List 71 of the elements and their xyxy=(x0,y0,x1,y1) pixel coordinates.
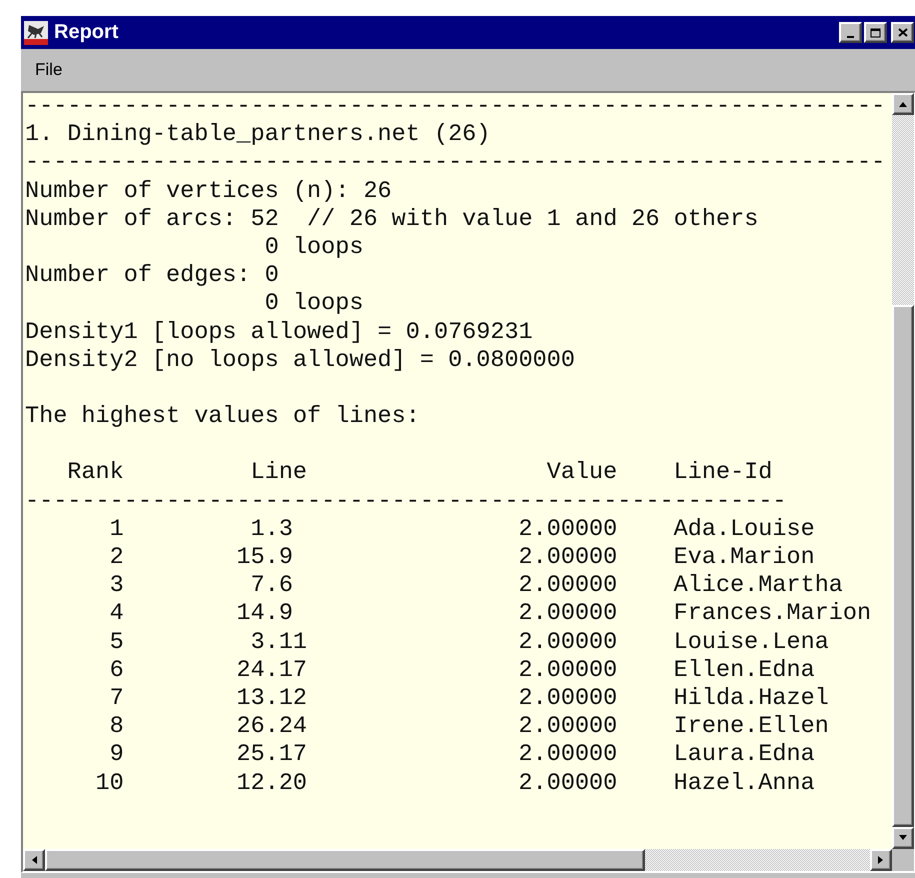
table-cell: 24.17 xyxy=(236,656,308,685)
table-cell-text: Irene.Ellen xyxy=(674,713,830,742)
table-cell: 15.9 xyxy=(236,544,293,572)
table-cell: 2.00000 xyxy=(518,572,618,600)
table-cell: 25.17 xyxy=(236,741,308,770)
table-cell: 14.9 xyxy=(236,600,293,629)
table-cell: 7.6 xyxy=(250,572,293,600)
table-cell-text: Ellen.Edna xyxy=(674,656,816,685)
table-cell-text: Hilda.Hazel xyxy=(674,684,830,714)
table-cell: 26.24 xyxy=(236,713,308,742)
report-line: Density2 [no loops allowed] = 0.0800000 xyxy=(25,346,576,375)
table-cell: 2.00000 xyxy=(518,516,618,544)
table-cell-text: Laura.Edna xyxy=(674,741,816,770)
table-cell: 2.00000 xyxy=(518,600,618,629)
table-cell: 13.12 xyxy=(236,684,308,714)
scroll-up-icon[interactable] xyxy=(898,101,908,107)
table-cell-text: Alice.Martha xyxy=(674,572,844,600)
dashed-rule: ------------------------------------------------------------- xyxy=(25,149,886,178)
report-line: Number of vertices (n): 26 xyxy=(25,178,393,206)
scroll-right-icon[interactable] xyxy=(878,855,884,865)
column-header: Line xyxy=(250,459,308,488)
table-cell-text: Hazel.Anna xyxy=(674,770,816,798)
table-cell: 10 xyxy=(95,770,124,798)
table-cell: 8 xyxy=(110,713,124,742)
table-cell: 2 xyxy=(110,544,124,572)
report-line: Number of edges: 0 xyxy=(25,262,280,290)
table-cell: 2.00000 xyxy=(518,544,618,572)
table-cell-text: Ada.Louise xyxy=(674,516,816,544)
table-cell: 2.00000 xyxy=(518,684,618,714)
column-header: Line-Id xyxy=(674,459,774,488)
table-cell: 2.00000 xyxy=(518,741,618,770)
table-cell: 2.00000 xyxy=(518,656,618,685)
report-line: 0 loops xyxy=(264,234,364,262)
close-icon xyxy=(898,28,908,37)
menu-item[interactable]: File xyxy=(31,58,66,82)
report-title: 1. Dining-table_partners.net (26) xyxy=(25,121,492,150)
minimize-button[interactable] xyxy=(839,22,862,43)
dashed-rule: ------------------------------------------------------ xyxy=(25,488,788,516)
table-cell-text: Eva.Marion xyxy=(674,544,816,572)
maximize-button[interactable] xyxy=(864,22,887,43)
horizontal-scrollbar[interactable] xyxy=(23,849,892,871)
maximize-icon xyxy=(870,28,881,38)
table-cell: 2.00000 xyxy=(518,628,618,657)
column-header: Value xyxy=(546,459,618,488)
minimize-icon xyxy=(847,36,854,38)
table-cell-text: Frances.Marion xyxy=(674,600,872,629)
table-cell: 2.00000 xyxy=(518,770,618,798)
table-cell: 6 xyxy=(110,656,124,685)
close-button[interactable] xyxy=(891,22,914,43)
table-cell: 3.11 xyxy=(250,628,308,657)
table-cell: 4 xyxy=(110,600,124,629)
table-cell: 5 xyxy=(110,628,124,657)
scroll-down-icon[interactable] xyxy=(898,835,908,841)
scroll-left-icon[interactable] xyxy=(31,855,37,865)
section-title: The highest values of lines: xyxy=(25,403,421,432)
report-line: 0 loops xyxy=(264,290,364,318)
table-cell: 9 xyxy=(110,741,124,770)
report-line: Number of arcs: 52 // 26 with value 1 and 26 others xyxy=(25,206,760,234)
table-cell: 12.20 xyxy=(236,770,308,798)
table-cell: 7 xyxy=(110,684,124,714)
table-cell: 3 xyxy=(110,572,124,600)
window-title: Report xyxy=(54,21,120,44)
vertical-scrollbar[interactable] xyxy=(892,93,914,849)
app-icon xyxy=(24,20,48,44)
table-cell: 1 xyxy=(110,516,124,544)
report-line: Density1 [loops allowed] = 0.0769231 xyxy=(25,318,534,347)
dashed-rule: ------------------------------------------------------------- xyxy=(25,93,886,122)
table-cell: 2.00000 xyxy=(518,713,618,742)
table-cell-text: Louise.Lena xyxy=(674,628,830,657)
table-cell: 1.3 xyxy=(250,516,293,544)
column-header: Rank xyxy=(67,459,125,488)
